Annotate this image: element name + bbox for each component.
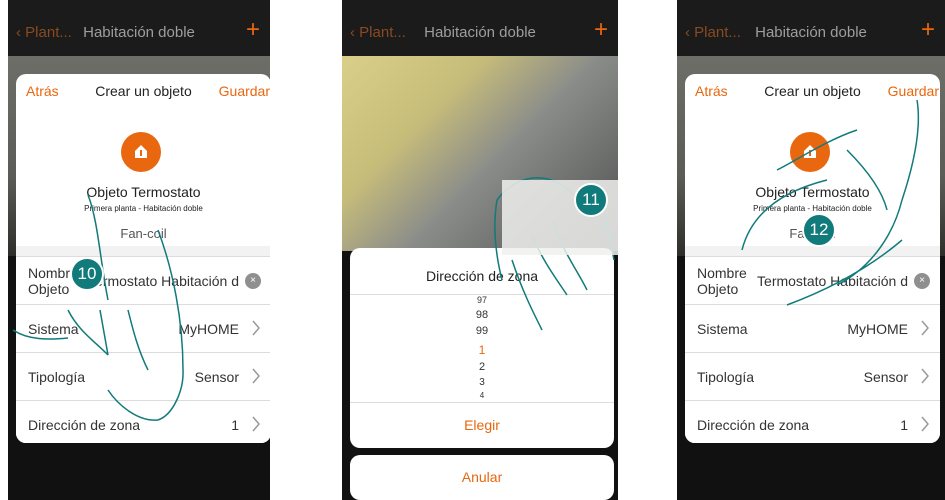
- type-row[interactable]: Tipología Sensor: [685, 352, 940, 401]
- system-row-label: Sistema: [697, 321, 748, 337]
- system-row-value: MyHOME: [847, 321, 908, 337]
- screen-title: Habitación doble: [424, 24, 536, 41]
- zone-row-value: 1: [900, 417, 908, 433]
- phone-screen-2: ‹ Plant... Habitación doble + Dirección …: [342, 0, 618, 500]
- chevron-right-icon: [252, 368, 260, 384]
- phone-screen-1: ‹ Plant... Habitación doble + Atrás Crea…: [8, 0, 270, 500]
- chevron-right-icon: [252, 320, 260, 336]
- zone-row-value: 1: [231, 417, 239, 433]
- add-icon[interactable]: +: [246, 18, 260, 42]
- object-name: Objeto Termostato: [86, 184, 201, 200]
- object-name: Objeto Termostato: [755, 184, 870, 200]
- zone-row-label: Dirección de zona: [697, 417, 810, 433]
- top-bar: ‹ Plant... Habitación doble +: [342, 0, 618, 64]
- picker-option-selected[interactable]: 1: [350, 343, 614, 357]
- clear-icon[interactable]: ×: [914, 273, 930, 289]
- chevron-right-icon: [252, 416, 260, 432]
- object-location: Primera planta - Habitación doble: [84, 204, 203, 213]
- top-bar: ‹ Plant... Habitación doble +: [677, 0, 945, 64]
- type-row-label: Tipología: [697, 369, 755, 385]
- zone-row[interactable]: Dirección de zona 1: [16, 400, 270, 443]
- thermostat-object-icon: [121, 132, 161, 172]
- object-type: Fan-coil: [120, 226, 167, 241]
- step-badge: 12: [802, 213, 836, 247]
- settings-list: Nombre Objeto Termostato Habitación d × …: [16, 246, 270, 443]
- chevron-right-icon: [921, 368, 929, 384]
- type-row[interactable]: Tipología Sensor: [16, 352, 270, 401]
- picker-option[interactable]: 4: [350, 391, 614, 400]
- object-location: Primera planta - Habitación doble: [753, 204, 872, 213]
- clear-icon[interactable]: ×: [245, 273, 261, 289]
- step-badge: 11: [574, 183, 608, 217]
- create-object-panel: Atrás Crear un objeto Guardar Objeto Ter…: [685, 74, 940, 443]
- screen-title: Habitación doble: [83, 24, 195, 41]
- system-row-value: MyHOME: [178, 321, 239, 337]
- thermostat-object-icon: [790, 132, 830, 172]
- step-badge: 10: [70, 257, 104, 291]
- picker-option[interactable]: 2: [350, 361, 614, 373]
- type-row-value: Sensor: [863, 369, 908, 385]
- cancel-button[interactable]: Anular: [350, 455, 614, 500]
- room-photo: [342, 56, 618, 251]
- create-object-panel: Atrás Crear un objeto Guardar Objeto Ter…: [16, 74, 270, 443]
- choose-button[interactable]: Elegir: [350, 402, 614, 448]
- picker-title: Dirección de zona: [425, 268, 539, 284]
- settings-list: Nombre Objeto Termostato Habitación d × …: [685, 246, 940, 443]
- zone-row-label: Dirección de zona: [28, 417, 141, 433]
- zone-row[interactable]: Dirección de zona 1: [685, 400, 940, 443]
- type-row-value: Sensor: [194, 369, 239, 385]
- type-row-label: Tipología: [28, 369, 86, 385]
- name-row-label: Nombre Objeto: [697, 265, 747, 297]
- chevron-right-icon: [921, 320, 929, 336]
- panel-header: Atrás Crear un objeto Guardar: [685, 74, 940, 106]
- zone-picker: Dirección de zona 97 98 99 1 2 3 4 Elegi…: [350, 248, 614, 448]
- system-row-label: Sistema: [28, 321, 79, 337]
- picker-option[interactable]: 97: [350, 295, 614, 305]
- chevron-right-icon: [921, 416, 929, 432]
- picker-option[interactable]: 3: [350, 377, 614, 388]
- picker-option[interactable]: 99: [350, 325, 614, 337]
- picker-option[interactable]: 98: [350, 309, 614, 321]
- name-row-value[interactable]: Termostato Habitación d: [757, 273, 908, 289]
- system-row[interactable]: Sistema MyHOME: [16, 304, 270, 353]
- name-row-value[interactable]: Termostato Habitación d: [88, 273, 239, 289]
- save-button[interactable]: Guardar: [219, 83, 270, 99]
- add-icon[interactable]: +: [594, 18, 608, 42]
- screen-title: Habitación doble: [755, 24, 867, 41]
- save-button[interactable]: Guardar: [888, 83, 939, 99]
- phone-screen-3: ‹ Plant... Habitación doble + Atrás Crea…: [677, 0, 945, 500]
- picker-wheel[interactable]: 97 98 99 1 2 3 4: [350, 294, 614, 403]
- top-bar: ‹ Plant... Habitación doble +: [8, 0, 270, 64]
- name-row[interactable]: Nombre Objeto Termostato Habitación d ×: [685, 256, 940, 305]
- name-row[interactable]: Nombre Objeto Termostato Habitación d ×: [16, 256, 270, 305]
- add-icon[interactable]: +: [921, 18, 935, 42]
- panel-header: Atrás Crear un objeto Guardar: [16, 74, 270, 106]
- system-row[interactable]: Sistema MyHOME: [685, 304, 940, 353]
